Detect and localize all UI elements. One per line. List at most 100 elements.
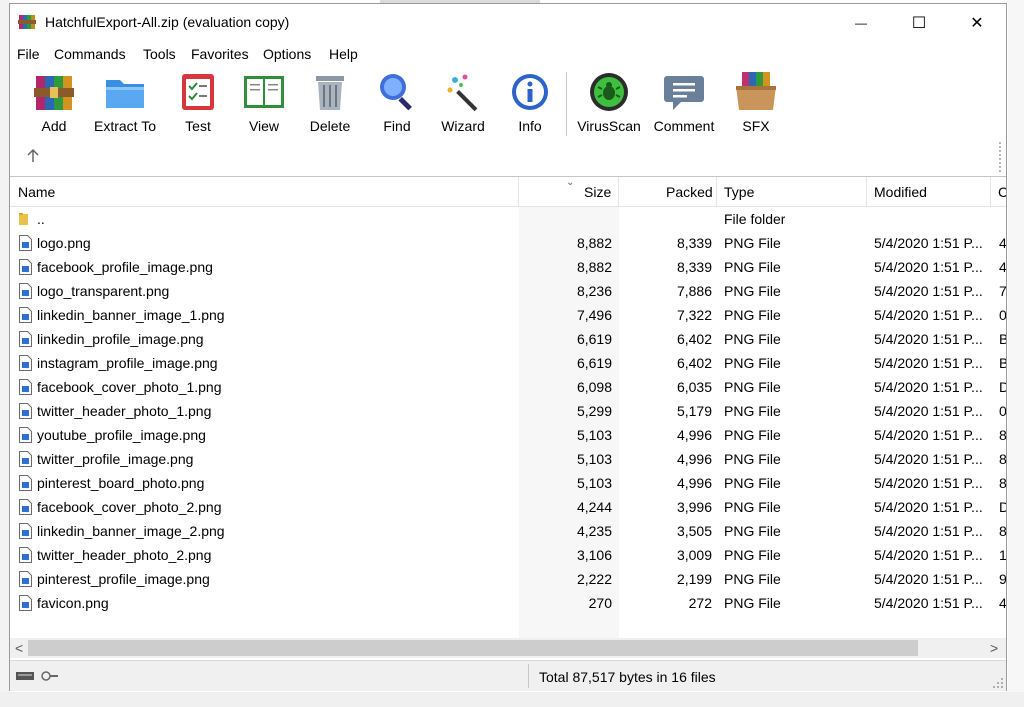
menu-help[interactable]: Help [329, 46, 358, 62]
sort-descending-icon: ⌄ [566, 177, 575, 188]
file-size: 6,098 [576, 379, 612, 395]
file-list[interactable]: Name ⌄ Size Packed Type Modified C .. Fi… [10, 176, 1006, 639]
menu-file[interactable]: File [17, 46, 40, 62]
title-bar[interactable]: HatchfulExport-All.zip (evaluation copy)… [10, 4, 1006, 41]
file-modified: 5/4/2020 1:51 P... [874, 523, 983, 539]
file-type: PNG File [724, 283, 781, 299]
table-row[interactable]: twitter_header_photo_1.png 5,299 5,179 PNG … [10, 400, 1006, 424]
table-row[interactable]: twitter_header_photo_2.png 3,106 3,009 PNG … [10, 544, 1006, 568]
menu-favorites[interactable]: Favorites [191, 46, 249, 62]
toolbar-add-button[interactable]: Add [26, 70, 82, 142]
file-size: 4,244 [576, 499, 612, 515]
minimize-icon: — [855, 15, 867, 30]
toolbar-delete-button[interactable]: Delete [302, 70, 358, 142]
parent-folder-row[interactable]: .. File folder [10, 208, 1006, 232]
table-row[interactable]: twitter_profile_image.png 5,103 4,996 PNG F… [10, 448, 1006, 472]
close-button[interactable]: ✕ [948, 4, 1006, 41]
status-total: Total 87,517 bytes in 16 files [539, 669, 716, 685]
file-packed: 8,339 [676, 259, 712, 275]
up-arrow-icon[interactable] [26, 148, 40, 164]
table-row[interactable]: linkedin_profile_image.png 6,619 6,402 PNG … [10, 328, 1006, 352]
toolbar-view-button[interactable]: View [236, 70, 292, 142]
toolbar-test-button[interactable]: Test [170, 70, 226, 142]
info-icon [512, 74, 548, 110]
column-name-header[interactable]: Name [18, 184, 55, 200]
file-size: 5,103 [576, 451, 612, 467]
column-modified-header[interactable]: Modified [874, 184, 927, 200]
file-packed: 7,886 [676, 283, 712, 299]
menu-options[interactable]: Options [263, 46, 311, 62]
table-row[interactable]: facebook_cover_photo_1.png 6,098 6,035 PNG … [10, 376, 1006, 400]
png-file-icon [19, 595, 32, 611]
toolbar: Add Extract To Test View Delete Find Wiz… [10, 66, 1006, 176]
file-crc: D [999, 499, 1006, 515]
file-crc: 0 [999, 403, 1006, 419]
table-row[interactable]: pinterest_profile_image.png 2,222 2,199 PNG… [10, 568, 1006, 592]
scroll-right-button[interactable]: > [990, 640, 998, 656]
toolbar-label: Find [383, 118, 411, 134]
column-size-header[interactable]: Size [584, 184, 611, 200]
file-modified: 5/4/2020 1:51 P... [874, 547, 983, 563]
column-crc-header[interactable]: C [998, 184, 1006, 200]
toolbar-comment-button[interactable]: Comment [650, 70, 718, 142]
toolbar-extract-button[interactable]: Extract To [90, 70, 160, 142]
table-row[interactable]: linkedin_banner_image_2.png 4,235 3,505 PNG… [10, 520, 1006, 544]
table-row[interactable]: facebook_cover_photo_2.png 4,244 3,996 PNG … [10, 496, 1006, 520]
file-modified: 5/4/2020 1:51 P... [874, 379, 983, 395]
file-size: 270 [588, 595, 612, 611]
file-crc: 9 [999, 571, 1006, 587]
winrar-app-icon [18, 15, 36, 29]
file-size: 8,236 [576, 283, 612, 299]
table-row[interactable]: favicon.png 270 272 PNG File 5/4/2020 1:51 P… [10, 592, 1006, 616]
column-separator [716, 177, 717, 206]
toolbar-label: Extract To [94, 118, 156, 134]
horizontal-scroll-thumb[interactable] [28, 640, 918, 656]
trash-can-icon [316, 76, 344, 110]
table-row[interactable]: pinterest_board_photo.png 5,103 4,996 PNG F… [10, 472, 1006, 496]
file-name: facebook_cover_photo_1.png [37, 379, 222, 395]
scroll-left-button[interactable]: < [15, 640, 23, 656]
file-packed: 8,339 [676, 235, 712, 251]
file-modified: 5/4/2020 1:51 P... [874, 595, 983, 611]
drive-key-icon[interactable] [16, 670, 60, 682]
file-size: 8,882 [576, 235, 612, 251]
menu-commands[interactable]: Commands [54, 46, 126, 62]
winrar-window: HatchfulExport-All.zip (evaluation copy)… [9, 3, 1007, 691]
file-type: PNG File [724, 571, 781, 587]
table-row[interactable]: facebook_profile_image.png 8,882 8,339 PNG … [10, 256, 1006, 280]
toolbar-virusscan-button[interactable]: VirusScan [574, 70, 644, 142]
toolbar-label: Wizard [441, 118, 485, 134]
file-type: PNG File [724, 499, 781, 515]
column-type-header[interactable]: Type [724, 184, 754, 200]
toolbar-grip[interactable] [999, 142, 1003, 172]
horizontal-scrollbar[interactable]: < > [10, 638, 1006, 658]
menu-tools[interactable]: Tools [143, 46, 176, 62]
open-book-icon [244, 76, 284, 108]
status-bar: Total 87,517 bytes in 16 files [10, 660, 1006, 691]
file-crc: 4 [999, 235, 1006, 251]
minimize-button[interactable]: — [832, 4, 890, 41]
table-row[interactable]: logo_transparent.png 8,236 7,886 PNG File 5/… [10, 280, 1006, 304]
file-name: logo.png [37, 235, 91, 251]
table-row[interactable]: logo.png 8,882 8,339 PNG File 5/4/2020 1:51 … [10, 232, 1006, 256]
toolbar-find-button[interactable]: Find [369, 70, 425, 142]
file-size: 4,235 [576, 523, 612, 539]
table-row[interactable]: instagram_profile_image.png 6,619 6,402 PNG… [10, 352, 1006, 376]
table-row[interactable]: youtube_profile_image.png 5,103 4,996 PNG F… [10, 424, 1006, 448]
file-type: PNG File [724, 307, 781, 323]
toolbar-sfx-button[interactable]: SFX [728, 70, 784, 142]
file-packed: 3,009 [676, 547, 712, 563]
toolbar-info-button[interactable]: Info [502, 70, 558, 142]
maximize-button[interactable]: ☐ [890, 4, 948, 41]
table-row[interactable]: linkedin_banner_image_1.png 7,496 7,322 PNG… [10, 304, 1006, 328]
virus-scan-icon [590, 73, 628, 111]
file-packed: 3,505 [676, 523, 712, 539]
png-file-icon [19, 523, 32, 539]
toolbar-wizard-button[interactable]: Wizard [435, 70, 491, 142]
file-modified: 5/4/2020 1:51 P... [874, 307, 983, 323]
resize-grip-icon[interactable] [992, 677, 1004, 689]
png-file-icon [19, 259, 32, 275]
file-name: linkedin_banner_image_2.png [37, 523, 225, 539]
file-crc: B [999, 331, 1006, 347]
column-packed-header[interactable]: Packed [666, 184, 713, 200]
